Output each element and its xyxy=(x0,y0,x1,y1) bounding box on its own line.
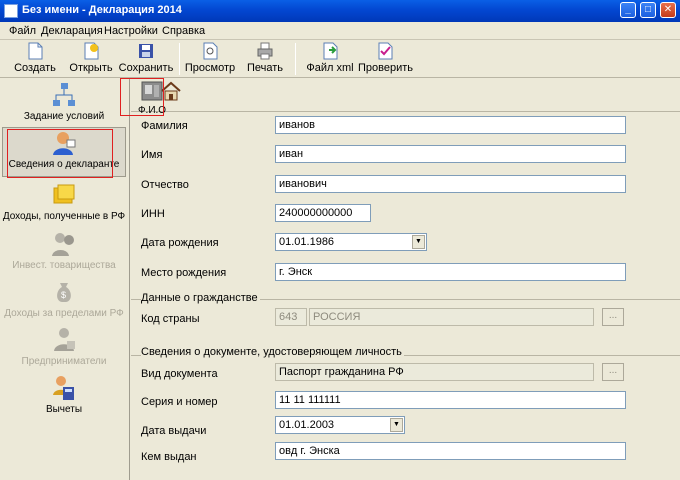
save-label: Сохранить xyxy=(118,62,174,74)
preview-icon xyxy=(202,42,218,60)
xml-label: Файл xml xyxy=(306,62,354,74)
print-button[interactable]: Печать xyxy=(243,42,287,74)
minimize-button[interactable]: _ xyxy=(620,2,636,18)
series-number-field[interactable]: 11 11 111111 xyxy=(275,391,626,409)
citizenship-group-title: Данные о гражданстве xyxy=(141,292,260,304)
sidebar-item-income-abroad[interactable]: $ Доходы за пределами РФ xyxy=(2,279,126,323)
check-document-icon xyxy=(377,42,393,60)
open-label: Открыть xyxy=(69,62,113,74)
sidebar-item-investment[interactable]: Инвест. товарищества xyxy=(2,231,126,275)
app-icon xyxy=(4,4,18,18)
create-label: Создать xyxy=(14,62,56,74)
birthplace-label: Место рождения xyxy=(141,267,227,279)
birthdate-select[interactable]: 01.01.1986 ▼ xyxy=(275,233,427,251)
chevron-down-icon[interactable]: ▼ xyxy=(390,418,403,432)
check-label: Проверить xyxy=(358,62,414,74)
document-group-title: Сведения о документе, удостоверяющем лич… xyxy=(141,346,404,358)
issue-date-select[interactable]: 01.01.2003 ▼ xyxy=(275,416,405,434)
sidebar-item-conditions[interactable]: Задание условий xyxy=(2,82,126,126)
menu-settings[interactable]: Настройки xyxy=(104,25,158,37)
handshake-icon xyxy=(51,327,77,353)
create-button[interactable]: Создать xyxy=(10,42,60,74)
birthdate-value: 01.01.1986 xyxy=(279,236,335,248)
sidebar-item-deductions[interactable]: Вычеты xyxy=(2,375,126,419)
patronymic-label: Отчество xyxy=(141,179,189,191)
sidebar-item-entrepreneurs[interactable]: Предприниматели xyxy=(2,327,126,371)
xml-file-button[interactable]: Файл xml xyxy=(305,42,355,74)
folders-icon xyxy=(51,182,77,208)
preview-label: Просмотр xyxy=(184,62,236,74)
document-type-browse-button[interactable]: ... xyxy=(602,363,624,381)
issuer-field[interactable]: овд г. Энска xyxy=(275,442,626,460)
document-type-field: Паспорт гражданина РФ xyxy=(275,363,594,381)
close-button[interactable]: ✕ xyxy=(660,2,676,18)
sidebar-item-label: Инвест. товарищества xyxy=(12,260,116,271)
floppy-disk-icon xyxy=(138,42,154,60)
patronymic-field[interactable]: иванович xyxy=(275,175,626,193)
print-label: Печать xyxy=(246,62,284,74)
country-browse-button[interactable]: ... xyxy=(602,308,624,326)
xml-export-icon xyxy=(322,42,338,60)
printer-icon xyxy=(257,42,273,60)
menu-declaration[interactable]: Декларация xyxy=(41,25,103,37)
save-button[interactable]: Сохранить xyxy=(116,42,176,74)
name-field[interactable]: иван xyxy=(275,145,626,163)
svg-text:$: $ xyxy=(61,290,66,300)
window-title: Без имени - Декларация 2014 xyxy=(22,4,182,16)
issue-date-label: Дата выдачи xyxy=(141,425,207,437)
check-button[interactable]: Проверить xyxy=(358,42,414,74)
sidebar-item-label: Доходы за пределами РФ xyxy=(4,308,124,319)
document-type-label: Вид документа xyxy=(141,368,218,380)
menu-help[interactable]: Справка xyxy=(162,25,205,37)
sidebar-item-label: Задание условий xyxy=(23,111,105,122)
inn-label: ИНН xyxy=(141,208,165,220)
inn-field[interactable]: 240000000000 xyxy=(275,204,371,222)
open-button[interactable]: Открыть xyxy=(66,42,116,74)
preview-button[interactable]: Просмотр xyxy=(183,42,237,74)
subtab-bar: Ф.И.О xyxy=(131,78,680,116)
issuer-label: Кем выдан xyxy=(141,451,197,463)
highlight-frame xyxy=(120,78,164,116)
calculator-person-icon xyxy=(51,375,77,401)
partners-icon xyxy=(51,231,77,257)
series-number-label: Серия и номер xyxy=(141,396,218,408)
menu-file[interactable]: Файл xyxy=(9,25,36,37)
money-bag-icon: $ xyxy=(51,279,77,305)
maximize-button[interactable]: □ xyxy=(640,2,656,18)
sidebar-item-label: Доходы, полученные в РФ xyxy=(2,211,126,222)
network-diagram-icon xyxy=(51,82,77,108)
toolbar-separator xyxy=(295,43,296,75)
toolbar: Создать Открыть Сохранить Просмотр Печат… xyxy=(0,40,680,78)
country-code-field: 643 xyxy=(275,308,307,326)
birthdate-label: Дата рождения xyxy=(141,237,219,249)
menu-bar: Файл Декларация Настройки Справка xyxy=(0,22,680,40)
name-label: Имя xyxy=(141,149,163,161)
birthplace-field[interactable]: г. Энск xyxy=(275,263,626,281)
surname-label: Фамилия xyxy=(141,120,188,132)
toolbar-separator xyxy=(179,43,180,75)
highlight-frame xyxy=(7,129,113,178)
sidebar-item-label: Предприниматели xyxy=(21,356,107,367)
open-document-icon xyxy=(83,42,99,60)
surname-field[interactable]: иванов xyxy=(275,116,626,134)
country-name-field: РОССИЯ xyxy=(309,308,594,326)
sidebar-item-income-rf[interactable]: Доходы, полученные в РФ xyxy=(2,182,126,226)
new-document-icon xyxy=(27,42,43,60)
title-bar: Без имени - Декларация 2014 _ □ ✕ xyxy=(0,0,680,22)
issue-date-value: 01.01.2003 xyxy=(279,419,335,431)
chevron-down-icon[interactable]: ▼ xyxy=(412,235,425,249)
country-code-label: Код страны xyxy=(141,313,200,325)
sidebar-item-label: Вычеты xyxy=(45,404,83,415)
form-area: Ф.И.О Фамилия иванов Имя иван Отчество и… xyxy=(120,78,680,480)
